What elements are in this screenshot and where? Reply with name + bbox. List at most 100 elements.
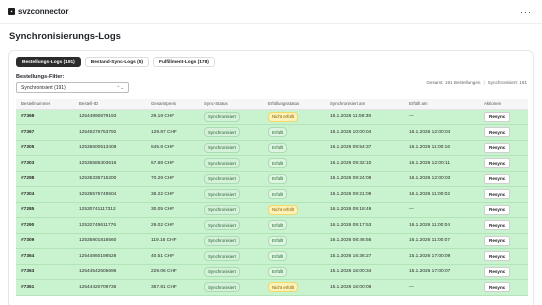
cell-total-price: 30.05 CHF [146, 202, 199, 218]
top-bar: ▪ svzconnector ··· [0, 0, 542, 24]
cell-total-price: 129.87 CHF [146, 124, 199, 141]
cell-fulfillment-status: Erfüllt [263, 264, 325, 280]
cell-actions: Resync [479, 140, 528, 156]
sync-status-badge: Synchronisiert [204, 142, 240, 153]
cell-actions: Resync [479, 171, 528, 187]
fulfillment-status-badge: Erfüllt [268, 220, 288, 231]
fulfillment-status-badge: Nicht erfüllt [268, 282, 298, 293]
table-row[interactable]: #7368 12544890879193 29.19 CHF Synchronisie… [16, 109, 528, 125]
orders-table-wrap: Bestellnummer Bestell-ID Gesamtpreis Syn… [16, 99, 528, 296]
resync-button[interactable]: Resync [484, 251, 511, 262]
col-header-order-id[interactable]: Bestell-ID [74, 99, 146, 110]
resync-button[interactable]: Resync [484, 189, 511, 200]
resync-button[interactable]: Resync [484, 142, 511, 153]
cell-total-price: 57.68 CHF [146, 155, 199, 172]
cell-total-price: 29.19 CHF [146, 109, 199, 125]
table-row[interactable]: #7303 12535586303616 57.68 CHF Synchronisie… [16, 155, 528, 172]
cell-order-id: 12544860198528 [74, 248, 146, 265]
sync-status-badge: Synchronisiert [204, 204, 240, 215]
col-header-actions: Aktionen [479, 99, 528, 110]
cell-order-number: #7303 [16, 155, 74, 172]
sync-status-badge: Synchronisiert [204, 266, 240, 277]
fulfillment-status-badge: Erfüllt [268, 173, 288, 184]
cell-sync-status: Synchronisiert [199, 264, 263, 280]
table-row[interactable]: #7304 12535575749504 38.22 CHF Synchronisie… [16, 186, 528, 203]
sync-status-badge: Synchronisiert [204, 127, 240, 138]
cell-sync-status: Synchronisiert [199, 140, 263, 156]
col-header-order-number[interactable]: Bestellnummer [16, 99, 74, 110]
cell-order-id: 12535335715200 [74, 171, 146, 187]
resync-button[interactable]: Resync [484, 127, 511, 138]
resync-button[interactable]: Resync [484, 111, 511, 122]
more-dots-icon[interactable]: ··· [520, 7, 534, 17]
cell-actions: Resync [479, 186, 528, 203]
table-row[interactable]: #7309 12535901816560 119.16 CHF Synchronisi… [16, 233, 528, 249]
col-header-fulfilled-at[interactable]: Erfüllt am [404, 99, 479, 110]
sync-status-badge: Synchronisiert [204, 189, 240, 200]
filter-label: Bestellungs-Filter: [16, 74, 65, 80]
table-row[interactable]: #7285 12530741117312 30.05 CHF Synchronisie… [16, 202, 528, 218]
cell-synced-at: 16.1.2026 09:54:37 [325, 140, 404, 156]
cell-order-number: #7363 [16, 264, 74, 280]
cell-actions: Resync [479, 233, 528, 249]
cell-synced-at: 15.1.2026 16:00:08 [325, 279, 404, 296]
cell-sync-status: Synchronisiert [199, 124, 263, 141]
sync-status-badge: Synchronisiert [204, 158, 240, 169]
table-row[interactable]: #7298 12535335715200 70.29 CHF Synchronisie… [16, 171, 528, 187]
resync-button[interactable]: Resync [484, 204, 511, 215]
sync-status-badge: Synchronisiert [204, 251, 240, 262]
cell-fulfillment-status: Erfüllt [263, 140, 325, 156]
cell-total-price: 70.29 CHF [146, 171, 199, 187]
cell-total-price: 40.51 CHF [146, 248, 199, 265]
resync-button[interactable]: Resync [484, 158, 511, 169]
cell-order-number: #7305 [16, 140, 74, 156]
col-header-sync-status[interactable]: Sync-Status [199, 99, 263, 110]
cell-fulfilled-at: 16.1.2026 11:00:04 [404, 217, 479, 234]
cell-sync-status: Synchronisiert [199, 202, 263, 218]
cell-order-id: 12530741117312 [74, 202, 146, 218]
cell-order-id: 12546276753792 [74, 124, 146, 141]
resync-button[interactable]: Resync [484, 173, 511, 184]
cell-fulfilled-at: 15.1.2026 17:00:07 [404, 264, 479, 280]
sync-status-badge: Synchronisiert [204, 111, 240, 122]
cell-fulfilled-at: 16.1.2026 12:00:11 [404, 155, 479, 172]
resync-button[interactable]: Resync [484, 220, 511, 231]
fulfillment-status-badge: Erfüllt [268, 266, 288, 277]
col-header-total-price[interactable]: Gesamtpreis [146, 99, 199, 110]
cell-order-number: #7309 [16, 233, 74, 249]
cell-total-price: 29.02 CHF [146, 217, 199, 234]
cell-synced-at: 16.1.2026 09:21:09 [325, 186, 404, 203]
cell-total-price: 229.06 CHF [146, 264, 199, 280]
resync-button[interactable]: Resync [484, 235, 511, 246]
order-filter-value: Synchronisiert (191) [21, 84, 66, 91]
tab-fulfillment-logs[interactable]: Fulfillment-Logs (178) [153, 57, 215, 67]
cell-total-price: 357.81 CHF [146, 279, 199, 296]
col-header-fulfillment-status[interactable]: Erfüllungsstatus [263, 99, 325, 110]
tab-bestellungs-logs[interactable]: Bestellungs-Logs (191) [16, 57, 81, 67]
resync-button[interactable]: Resync [484, 266, 511, 277]
cell-order-number: #7298 [16, 171, 74, 187]
cell-fulfilled-at: 16.1.2026 11:00:16 [404, 140, 479, 156]
cell-sync-status: Synchronisiert [199, 109, 263, 125]
cell-total-price: 119.16 CHF [146, 233, 199, 249]
cell-fulfilled-at: 16.1.2026 12:00:04 [404, 124, 479, 141]
table-row[interactable]: #7305 12535600513408 545.8 CHF Synchronisie… [16, 140, 528, 156]
tab-bestand-sync-logs[interactable]: Bestand-Sync-Logs (5) [84, 57, 150, 67]
cell-synced-at: 16.1.2026 08:46:56 [325, 233, 404, 249]
resync-button[interactable]: Resync [484, 282, 511, 293]
table-row[interactable]: #7290 12532748611776 29.02 CHF Synchronisie… [16, 217, 528, 234]
order-filter-select[interactable]: Synchronisiert (191) ⌃⌄ [16, 82, 129, 93]
fulfillment-status-badge: Erfüllt [268, 127, 288, 138]
cell-actions: Resync [479, 155, 528, 172]
table-row[interactable]: #7363 12544542605696 229.06 CHF Synchronisi… [16, 264, 528, 280]
col-header-synced-at[interactable]: Synchronisiert am [325, 99, 404, 110]
sync-status-badge: Synchronisiert [204, 282, 240, 293]
table-row[interactable]: #7367 12546276753792 129.87 CHF Synchronisi… [16, 124, 528, 141]
cell-order-id: 12544542605696 [74, 264, 146, 280]
table-row[interactable]: #7361 12544420709736 357.81 CHF Synchronisi… [16, 279, 528, 296]
table-row[interactable]: #7364 12544860198528 40.51 CHF Synchronisie… [16, 248, 528, 265]
cell-fulfillment-status: Nicht erfüllt [263, 202, 325, 218]
cell-sync-status: Synchronisiert [199, 233, 263, 249]
cell-fulfillment-status: Erfüllt [263, 124, 325, 141]
cell-order-id: 12535586303616 [74, 155, 146, 172]
